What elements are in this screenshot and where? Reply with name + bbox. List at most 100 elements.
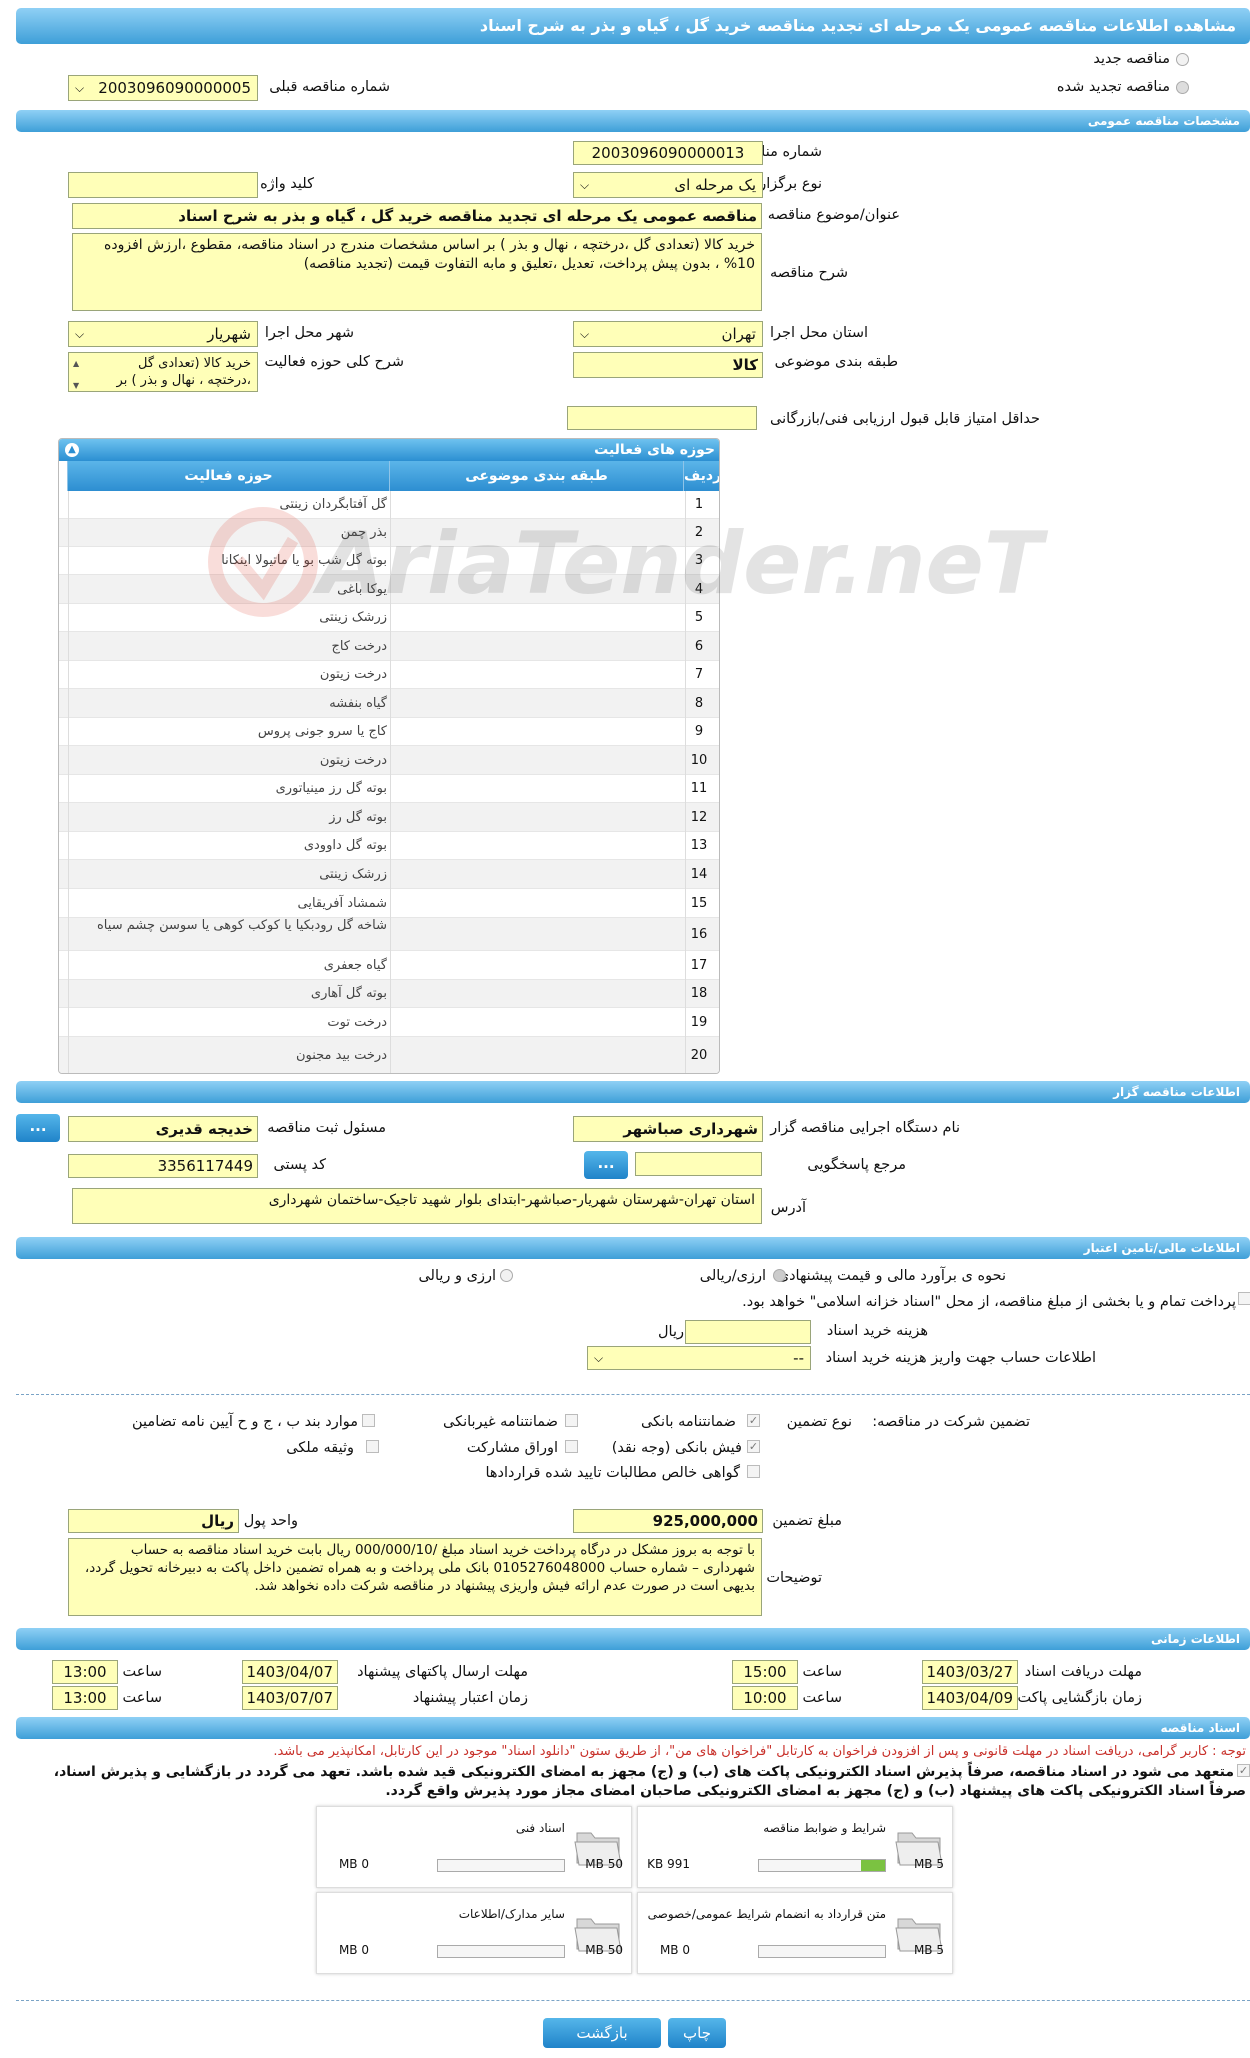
claims-label: گواهی خالص مطالبات تایید شده قراردادها: [485, 1465, 740, 1481]
property-checkbox[interactable]: [366, 1440, 379, 1453]
province-select[interactable]: ⌵ تهران: [573, 321, 763, 347]
section-organizer: اطلاعات مناقصه گزار: [16, 1081, 1250, 1103]
docs-notice: توجه : کاربر گرامی، دریافت اسناد در مهلت…: [273, 1744, 1246, 1759]
doc-box[interactable]: سایر مدارک/اطلاعات 50 MB 0 MB: [316, 1892, 632, 1974]
doc-fee-field[interactable]: [685, 1320, 811, 1344]
keyword-field[interactable]: [68, 172, 258, 198]
ref-more-button[interactable]: ...: [584, 1151, 628, 1179]
divider: [16, 2000, 1250, 2001]
doc-time-label: ساعت: [802, 1664, 842, 1680]
cash-check-checkbox[interactable]: ✓: [747, 1440, 760, 1453]
col-category: طبقه بندی موضوعی: [389, 461, 683, 491]
notes-field[interactable]: با توجه به بروز مشکل در درگاه پرداخت خری…: [68, 1538, 762, 1616]
doc-name: شرایط و ضوابط مناقصه: [763, 1821, 886, 1835]
row-number: 20: [690, 1048, 708, 1063]
valid-date-field[interactable]: 1403/07/07: [242, 1686, 338, 1710]
min-score-field[interactable]: [567, 406, 757, 430]
activity-desc-label: شرح کلی حوزه فعالیت: [264, 354, 404, 370]
activity-desc-field[interactable]: خرید کالا (تعدادی گل ،درختچه ، نهال و بذ…: [68, 352, 258, 392]
doc-time-field[interactable]: 15:00: [732, 1660, 798, 1684]
subject-field[interactable]: مناقصه عمومی یک مرحله ای تجدید مناقصه خر…: [72, 203, 762, 229]
rial-radio[interactable]: [773, 1269, 786, 1282]
row-number: 9: [694, 724, 704, 739]
bonds-checkbox[interactable]: [565, 1440, 578, 1453]
doc-name: متن قرارداد به انضمام شرایط عمومی/خصوصی: [647, 1907, 886, 1921]
back-button[interactable]: بازگشت: [543, 2018, 661, 2048]
postal-field[interactable]: 3356117449: [68, 1154, 258, 1178]
city-select[interactable]: ⌵ شهریار: [68, 321, 258, 347]
col-row: ردیف: [683, 461, 719, 491]
open-time-field[interactable]: 10:00: [732, 1686, 798, 1710]
valid-label: زمان اعتبار پیشنهاد: [412, 1690, 528, 1706]
scroll-down-icon[interactable]: ▼: [73, 377, 79, 391]
nonbank-guarantee-checkbox[interactable]: [565, 1414, 578, 1427]
doc-used-size: 0 MB: [659, 1943, 690, 1957]
row-activity: زرشک زینتی: [319, 866, 387, 882]
guarantee-label: تضمین شرکت در مناقصه:: [872, 1414, 1030, 1430]
row-number: 14: [690, 866, 708, 882]
address-field[interactable]: استان تهران-شهرستان شهریار-صباشهر-ابتدای…: [72, 1188, 762, 1224]
row-activity: گیاه بنفشه: [329, 695, 387, 711]
amount-field[interactable]: 925,000,000: [573, 1509, 763, 1533]
row-number: 13: [690, 838, 708, 853]
doc-box[interactable]: متن قرارداد به انضمام شرایط عمومی/خصوصی 5…: [637, 1892, 953, 1974]
doc-name: سایر مدارک/اطلاعات: [458, 1907, 565, 1921]
tender-no-field[interactable]: 2003096090000013: [573, 141, 763, 165]
postal-label: کد پستی: [273, 1157, 326, 1173]
desc-field[interactable]: خرید کالا (تعدادی گل ،درختچه ، نهال و بذ…: [72, 233, 762, 311]
doc-deadline-field[interactable]: 1403/03/27: [922, 1660, 1018, 1684]
account-select[interactable]: ⌵ --: [587, 1346, 811, 1370]
account-label: اطلاعات حساب جهت واریز هزینه خرید اسناد: [825, 1350, 1096, 1366]
row-number: 11: [690, 781, 708, 796]
row-number: 15: [690, 895, 708, 911]
row-number: 4: [694, 581, 704, 597]
doc-usage-bar: [758, 1859, 886, 1872]
chevron-down-icon: ⌵: [594, 1351, 604, 1365]
grid-title: حوزه های فعالیت ▲: [59, 439, 719, 461]
property-label: وثیقه ملکی: [286, 1440, 354, 1456]
category-field[interactable]: کالا: [573, 352, 763, 378]
resp-more-button[interactable]: ...: [16, 1114, 60, 1142]
print-button[interactable]: چاپ: [668, 2018, 726, 2048]
guarantee-type-label: نوع تضمین: [786, 1414, 852, 1430]
min-score-label: حداقل امتیاز قابل قبول ارزیابی فنی/بازرگ…: [769, 411, 1040, 427]
resp-field[interactable]: خدیجه قدیری: [68, 1116, 258, 1142]
valid-time-label: ساعت: [122, 1690, 162, 1706]
row-activity: کاج یا سرو جونی پروس: [257, 724, 387, 739]
other-guarantee-checkbox[interactable]: [362, 1414, 375, 1427]
org-field[interactable]: شهرداری صباشهر: [573, 1116, 763, 1142]
row-activity: بوته گل رز مینیاتوری: [275, 781, 387, 796]
section-timing: اطلاعات زمانی: [16, 1628, 1250, 1650]
treasury-checkbox[interactable]: [1238, 1292, 1250, 1305]
scroll-up-icon[interactable]: ▲: [73, 355, 79, 372]
collapse-icon[interactable]: ▲: [65, 443, 79, 457]
doc-box[interactable]: شرایط و ضوابط مناقصه 5 MB 991 KB: [637, 1806, 953, 1888]
claims-checkbox[interactable]: [747, 1465, 760, 1478]
currency-field[interactable]: ریال: [68, 1509, 239, 1533]
prev-tender-select[interactable]: ⌵ 2003096090000005: [68, 75, 258, 101]
doc-max-size: 50 MB: [585, 1943, 623, 1957]
address-label: آدرس: [770, 1200, 806, 1216]
doc-usage-bar: [437, 1859, 565, 1872]
bank-guarantee-label: ضمانتنامه بانکی: [640, 1414, 736, 1430]
holding-type-select[interactable]: ⌵ یک مرحله ای: [573, 172, 763, 198]
activity-grid: حوزه های فعالیت ▲ ردیف طبقه بندی موضوعی …: [58, 438, 720, 1074]
chevron-down-icon: ⌵: [75, 81, 85, 95]
ref-field[interactable]: [635, 1152, 762, 1176]
renewed-tender-radio[interactable]: [1176, 81, 1189, 94]
row-activity: بوته گل آهاری: [310, 986, 387, 1001]
valid-time-field[interactable]: 13:00: [52, 1686, 118, 1710]
new-tender-radio[interactable]: [1176, 53, 1189, 66]
commit-text-1: متعهد می شود در اسناد مناقصه، صرفاً پذیر…: [53, 1764, 1234, 1780]
row-activity: بوته گل شب بو یا ماتیولا اینکانا: [221, 553, 387, 568]
send-time-field[interactable]: 13:00: [52, 1660, 118, 1684]
fx-radio[interactable]: [500, 1269, 513, 1282]
bank-guarantee-checkbox[interactable]: ✓: [747, 1414, 760, 1427]
commit-checkbox[interactable]: ✓: [1237, 1764, 1250, 1777]
open-date-field[interactable]: 1403/04/09: [922, 1686, 1018, 1710]
grid-left-gutter: [59, 491, 69, 1073]
currency-label: واحد پول: [243, 1513, 298, 1529]
row-activity: یوکا باغی: [337, 581, 387, 597]
send-deadline-field[interactable]: 1403/04/07: [242, 1660, 338, 1684]
doc-box[interactable]: اسناد فنی 50 MB 0 MB: [316, 1806, 632, 1888]
